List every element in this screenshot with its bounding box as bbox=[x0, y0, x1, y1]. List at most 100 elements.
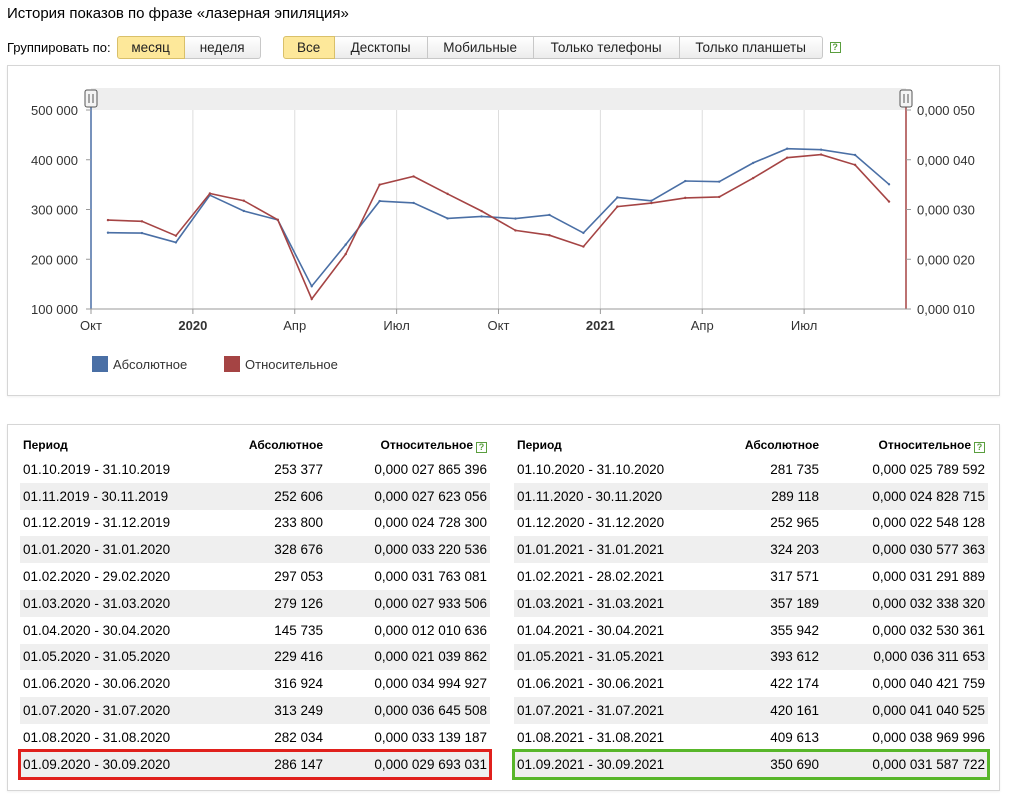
table-header-row: Период Абсолютное Относительное? bbox=[20, 434, 490, 456]
table-row: 01.05.2021 - 31.05.2021 393 612 0,000 036 … bbox=[514, 643, 988, 671]
data-point bbox=[412, 201, 415, 205]
data-point bbox=[514, 217, 517, 220]
y-left-tick-label: 200 000 bbox=[31, 252, 78, 267]
drag-handle-icon[interactable] bbox=[899, 89, 913, 108]
relative-cell: 0,000 025 789 592 bbox=[872, 461, 985, 477]
period-cell: 01.03.2020 - 31.03.2020 bbox=[20, 589, 220, 617]
period-header: Период bbox=[517, 438, 562, 452]
y-right-tick-label: 0,000 010 bbox=[917, 302, 975, 317]
absolute-cell: 233 800 bbox=[274, 515, 323, 531]
device-all-button[interactable]: Все bbox=[282, 36, 335, 59]
data-point bbox=[887, 200, 891, 203]
help-icon[interactable]: ? bbox=[974, 441, 985, 453]
period-cell: 01.05.2021 - 31.05.2021 bbox=[514, 643, 714, 671]
data-point bbox=[684, 196, 687, 200]
drag-handle-icon[interactable] bbox=[84, 89, 98, 108]
relative-cell: 0,000 021 039 862 bbox=[326, 643, 490, 671]
relative-header: Относительное? bbox=[822, 434, 988, 456]
data-point bbox=[310, 297, 313, 301]
absolute-cell: 253 377 bbox=[274, 461, 323, 477]
table-row: 01.06.2021 - 30.06.2021 422 174 0,000 040 … bbox=[514, 670, 988, 697]
data-point bbox=[650, 199, 653, 202]
relative-cell: 0,000 022 548 128 bbox=[872, 515, 985, 531]
data-point bbox=[853, 153, 857, 157]
data-point bbox=[548, 213, 551, 217]
table-row: 01.01.2021 - 31.01.2021 324 203 0,000 030 … bbox=[514, 536, 988, 564]
data-point bbox=[480, 215, 483, 218]
absolute-cell: 422 174 bbox=[770, 676, 819, 692]
y-right-tick-label: 0,000 050 bbox=[917, 103, 975, 118]
period-cell: 01.08.2020 - 31.08.2020 bbox=[23, 729, 171, 745]
absolute-cell: 317 571 bbox=[770, 569, 819, 585]
data-point bbox=[174, 241, 178, 244]
data-point bbox=[887, 183, 891, 186]
data-point bbox=[616, 205, 619, 208]
absolute-cell: 420 161 bbox=[714, 697, 822, 724]
data-point bbox=[446, 217, 449, 220]
x-tick-label: Апр bbox=[691, 318, 714, 333]
data-point bbox=[412, 175, 415, 178]
period-cell: 01.11.2020 - 30.11.2020 bbox=[514, 482, 714, 510]
data-point bbox=[751, 161, 755, 165]
absolute-cell: 409 613 bbox=[770, 729, 819, 745]
data-point bbox=[819, 148, 823, 151]
data-point bbox=[853, 163, 857, 167]
period-cell: 01.01.2020 - 31.01.2020 bbox=[20, 536, 220, 564]
relative-cell: 0,000 031 587 722 bbox=[822, 750, 988, 778]
absolute-cell: 328 676 bbox=[220, 536, 326, 564]
group-by-week-button[interactable]: неделя bbox=[184, 36, 261, 59]
relative-cell: 0,000 024 728 300 bbox=[374, 515, 487, 531]
device-tablets-button[interactable]: Только планшеты bbox=[679, 36, 823, 59]
period-cell: 01.08.2021 - 31.08.2021 bbox=[517, 729, 665, 745]
table-row: 01.12.2020 - 31.12.2020 252 965 0,000 022 … bbox=[514, 510, 988, 537]
period-cell: 01.01.2021 - 31.01.2021 bbox=[514, 536, 714, 564]
absolute-cell: 279 126 bbox=[220, 589, 326, 617]
relative-cell: 0,000 034 994 927 bbox=[374, 676, 487, 692]
data-point bbox=[242, 199, 246, 202]
period-cell: 01.12.2020 - 31.12.2020 bbox=[517, 515, 665, 531]
help-icon[interactable]: ? bbox=[829, 42, 841, 53]
table-row: 01.01.2020 - 31.01.2020 328 676 0,000 033 … bbox=[20, 536, 490, 564]
device-phones-button[interactable]: Только телефоны bbox=[533, 36, 680, 59]
device-desktop-button[interactable]: Десктопы bbox=[334, 36, 428, 59]
absolute-cell: 357 189 bbox=[714, 589, 822, 617]
absolute-cell: 145 735 bbox=[274, 622, 323, 638]
data-point bbox=[718, 195, 721, 199]
period-cell: 01.05.2020 - 31.05.2020 bbox=[20, 643, 220, 671]
table-row: 01.07.2020 - 31.07.2020 313 249 0,000 036 … bbox=[20, 697, 490, 724]
absolute-header: Абсолютное bbox=[248, 438, 323, 452]
relative-cell: 0,000 036 645 508 bbox=[326, 697, 490, 724]
y-right-tick-label: 0,000 040 bbox=[917, 153, 975, 168]
data-point bbox=[276, 218, 279, 221]
data-point bbox=[751, 176, 755, 180]
table-row: 01.08.2021 - 31.08.2021 409 613 0,000 038 … bbox=[514, 724, 988, 751]
table-row: 01.04.2021 - 30.04.2021 355 942 0,000 032 … bbox=[514, 617, 988, 644]
data-point bbox=[819, 153, 823, 156]
y-left-tick-label: 500 000 bbox=[31, 103, 78, 118]
absolute-cell: 393 612 bbox=[714, 643, 822, 671]
table-row: 01.03.2021 - 31.03.2021 357 189 0,000 032 … bbox=[514, 589, 988, 617]
y-right-tick-label: 0,000 030 bbox=[917, 203, 975, 218]
group-by-month-button[interactable]: месяц bbox=[116, 36, 185, 59]
relative-header-label: Относительное bbox=[878, 437, 971, 452]
absolute-cell: 324 203 bbox=[714, 536, 822, 564]
relative-cell: 0,000 012 010 636 bbox=[374, 622, 487, 638]
data-point bbox=[514, 229, 517, 232]
legend-absolute-swatch bbox=[92, 356, 108, 372]
relative-cell: 0,000 040 421 759 bbox=[872, 676, 985, 692]
data-point bbox=[106, 218, 110, 222]
data-point bbox=[582, 231, 585, 235]
relative-cell: 0,000 038 969 996 bbox=[872, 729, 985, 745]
device-mobile-button[interactable]: Мобильные bbox=[427, 36, 534, 59]
data-point bbox=[785, 147, 789, 150]
x-tick-label: Июл bbox=[791, 318, 817, 333]
help-icon[interactable]: ? bbox=[476, 441, 487, 453]
table-row: 01.06.2020 - 30.06.2020 316 924 0,000 034 … bbox=[20, 670, 490, 697]
page-title: История показов по фразе «лазерная эпиля… bbox=[7, 5, 349, 22]
relative-header: Относительное? bbox=[326, 434, 490, 456]
data-point bbox=[480, 209, 483, 213]
x-tick-label: 2020 bbox=[178, 318, 207, 333]
grouping-switch: месяц неделя bbox=[116, 36, 261, 59]
relative-cell: 0,000 031 291 889 bbox=[872, 569, 985, 585]
data-point bbox=[446, 192, 449, 196]
